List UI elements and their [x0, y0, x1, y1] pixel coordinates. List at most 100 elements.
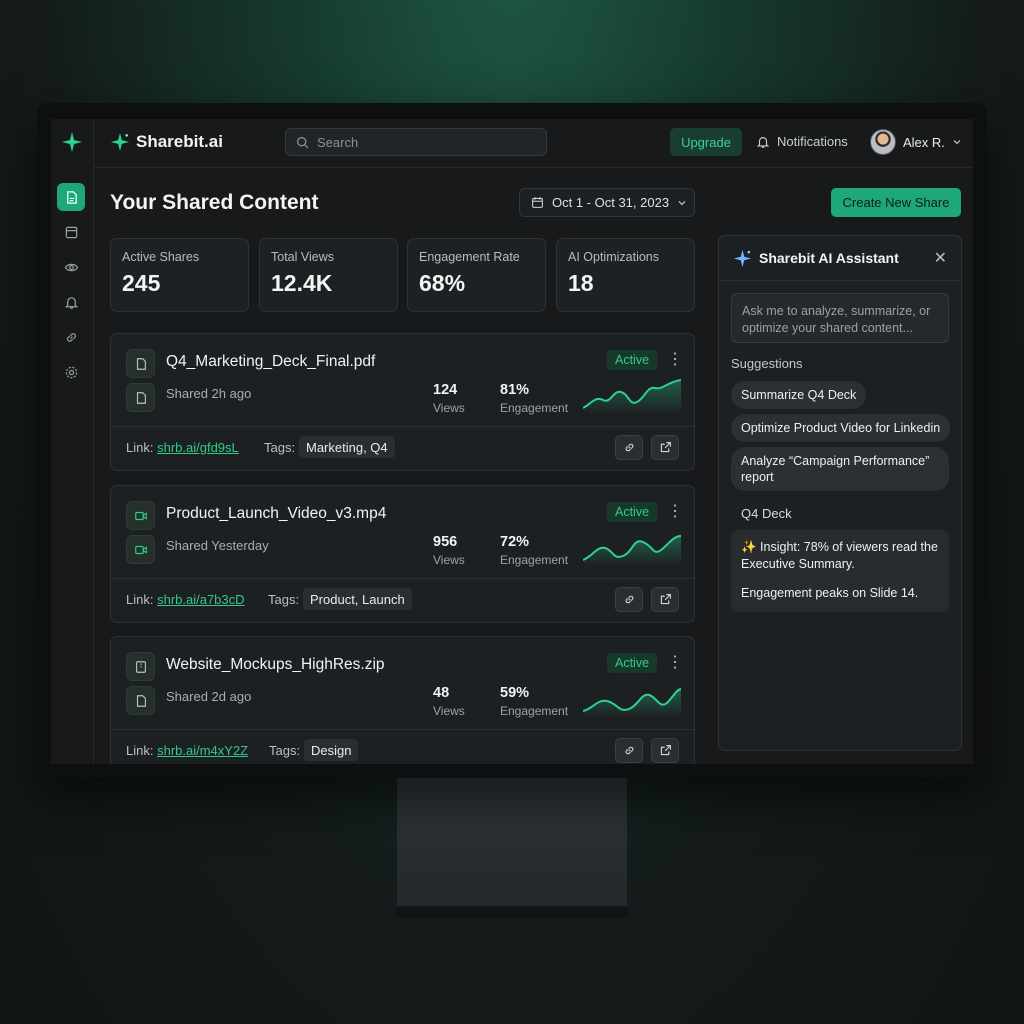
external-link-icon	[660, 442, 671, 453]
external-link-icon	[660, 594, 671, 605]
close-icon[interactable]: ✕	[934, 248, 947, 268]
share-link: Link: shrb.ai/m4xY2Z	[126, 743, 248, 758]
create-new-share-button[interactable]: Create New Share	[831, 188, 961, 217]
copy-link-button[interactable]	[615, 587, 643, 612]
file-name[interactable]: Website_Mockups_HighRes.zip	[166, 656, 385, 674]
tag-chip[interactable]: Design	[304, 739, 359, 761]
sparkle-logo-icon	[110, 132, 130, 152]
chevron-down-icon	[953, 140, 961, 145]
tag-chip[interactable]: Product, Launch	[303, 588, 412, 610]
monitor-frame: Sharebit.ai Search Upgrade Notifications…	[37, 103, 987, 778]
views-label: Views	[433, 553, 465, 567]
engagement-label: Engagement	[500, 401, 569, 415]
engagement-label: Engagement	[500, 704, 569, 718]
suggestion-chip[interactable]: Optimize Product Video for Linkedin	[731, 414, 951, 442]
shared-time: Shared 2h ago	[166, 386, 252, 401]
file-name[interactable]: Product_Launch_Video_v3.mp4	[166, 505, 386, 523]
views-label: Views	[433, 401, 465, 415]
document-icon	[126, 383, 155, 412]
video-icon	[126, 501, 155, 530]
more-options-icon[interactable]: ⋮	[667, 502, 683, 522]
stat-card-total-views: Total Views 12.4K	[259, 238, 398, 312]
search-icon	[296, 136, 309, 148]
sidebar-rail	[51, 119, 94, 764]
stat-card-engagement-rate: Engagement Rate 68%	[407, 238, 546, 312]
share-url[interactable]: shrb.ai/gfd9sL	[157, 440, 239, 455]
ai-assistant-panel: Sharebit AI Assistant ✕ Ask me to analyz…	[718, 235, 962, 751]
stat-value: 18	[568, 270, 594, 296]
suggestions-label: Suggestions	[731, 356, 803, 371]
status-badge: Active	[607, 502, 658, 522]
share-link: Link: shrb.ai/gfd9sL	[126, 440, 239, 455]
insight-text: ✨ Insight: 78% of viewers read the Execu…	[741, 540, 938, 571]
tags-label: Tags:	[268, 592, 300, 607]
tag-chip[interactable]: Marketing, Q4	[299, 436, 395, 458]
sidebar-item-shared-content[interactable]	[57, 183, 85, 211]
engagement-value: 72%	[500, 534, 530, 550]
upgrade-button[interactable]: Upgrade	[670, 128, 742, 156]
engagement-sparkline	[583, 535, 681, 566]
assistant-header: Sharebit AI Assistant ✕	[719, 236, 961, 281]
sidebar-item-alerts[interactable]	[57, 288, 85, 316]
views-label: Views	[433, 704, 465, 718]
views-value: 124	[433, 382, 458, 398]
share-card[interactable]: Website_Mockups_HighRes.zip Shared 2d ag…	[110, 636, 695, 764]
sparkle-logo-icon	[61, 131, 83, 153]
shared-files-icon	[66, 190, 77, 204]
assistant-prompt-input[interactable]: Ask me to analyze, summarize, or optimiz…	[731, 293, 949, 343]
copy-link-button[interactable]	[615, 435, 643, 460]
share-url[interactable]: shrb.ai/a7b3cD	[157, 592, 244, 607]
date-range-picker[interactable]: Oct 1 - Oct 31, 2023	[519, 188, 695, 217]
video-icon	[126, 535, 155, 564]
bell-icon	[64, 296, 78, 309]
more-options-icon[interactable]: ⋮	[667, 653, 683, 673]
link-label: Link:	[126, 440, 154, 455]
share-card[interactable]: Q4_Marketing_Deck_Final.pdf Shared 2h ag…	[110, 333, 695, 471]
stat-value: 245	[122, 270, 161, 296]
share-url[interactable]: shrb.ai/m4xY2Z	[157, 743, 248, 758]
share-card[interactable]: Product_Launch_Video_v3.mp4 Shared Yeste…	[110, 485, 695, 623]
stat-label: Active Shares	[122, 250, 200, 264]
copy-link-button[interactable]	[615, 738, 643, 763]
open-external-button[interactable]	[651, 435, 679, 460]
link-icon	[625, 746, 633, 755]
monitor-stand	[397, 778, 627, 908]
tags-label: Tags:	[264, 440, 296, 455]
brand[interactable]: Sharebit.ai	[110, 132, 223, 152]
sidebar-item-views[interactable]	[57, 253, 85, 281]
document-icon	[126, 686, 155, 715]
notifications-label: Notifications	[777, 134, 848, 149]
views-value: 48	[433, 685, 450, 701]
suggestion-chip[interactable]: Summarize Q4 Deck	[731, 381, 867, 409]
sidebar-item-archive[interactable]	[57, 218, 85, 246]
assistant-title: Sharebit AI Assistant	[759, 250, 899, 266]
bell-icon	[756, 136, 770, 148]
status-badge: Active	[607, 350, 658, 370]
open-external-button[interactable]	[651, 738, 679, 763]
sidebar-item-settings[interactable]	[57, 358, 85, 386]
views-value: 956	[433, 534, 458, 550]
insight-message: ✨ Insight: 78% of viewers read the Execu…	[731, 530, 949, 612]
more-options-icon[interactable]: ⋮	[667, 350, 683, 370]
open-external-button[interactable]	[651, 587, 679, 612]
suggestion-chip[interactable]: Analyze “Campaign Performance” report	[731, 447, 949, 491]
engagement-value: 81%	[500, 382, 530, 398]
app-window: Sharebit.ai Search Upgrade Notifications…	[51, 119, 973, 764]
brand-name: Sharebit.ai	[136, 132, 223, 151]
sidebar-item-links[interactable]	[57, 323, 85, 351]
user-name: Alex R.	[903, 134, 945, 150]
tags-label: Tags:	[269, 743, 301, 758]
top-bar: Sharebit.ai Search Upgrade Notifications…	[94, 119, 973, 168]
user-menu[interactable]: Alex R.	[870, 129, 962, 155]
eye-icon	[64, 263, 78, 271]
card-divider	[111, 426, 694, 427]
link-icon	[66, 332, 76, 342]
gear-icon	[65, 366, 77, 378]
status-badge: Active	[607, 653, 658, 673]
stat-value: 68%	[419, 270, 466, 296]
file-name[interactable]: Q4_Marketing_Deck_Final.pdf	[166, 353, 375, 371]
date-range-label: Oct 1 - Oct 31, 2023	[552, 195, 670, 210]
notifications-button[interactable]: Notifications	[756, 134, 848, 149]
avatar	[870, 129, 896, 155]
search-input[interactable]: Search	[285, 128, 547, 156]
